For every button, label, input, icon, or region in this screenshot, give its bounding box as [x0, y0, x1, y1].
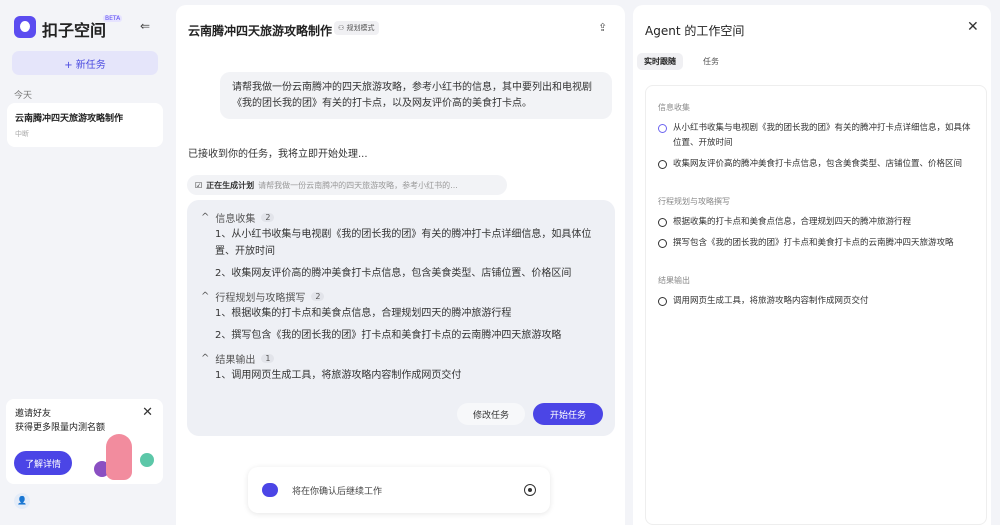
plan-status-preview: 请帮我做一份云南腾冲的四天旅游攻略，参考小红书的... — [258, 180, 458, 190]
plan-step: 1、根据收集的打卡点和美食点信息，合理规划四天的腾冲旅游行程 — [215, 308, 512, 319]
mascot-illustration — [106, 434, 132, 480]
mode-label: 规划模式 — [346, 24, 375, 32]
mode-badge: ⚇ 规划模式 — [334, 21, 379, 35]
beta-badge: BETA — [103, 15, 123, 22]
task-title: 云南腾冲四天旅游攻略制作 — [15, 114, 124, 124]
tab-tasks[interactable]: 任务 — [703, 56, 719, 67]
chat-input-box[interactable]: 将在你确认后继续工作 — [248, 467, 550, 513]
task-item: 撰写包含《我的团长我的团》打卡点和美食打卡点的云南腾冲四天旅游攻略 — [658, 236, 974, 251]
plan-section-toggle[interactable]: ^ 结果输出 1 — [201, 349, 601, 367]
section-today: 今天 — [14, 91, 33, 101]
modify-task-button[interactable]: 修改任务 — [457, 403, 525, 425]
task-item: 从小红书收集与电视剧《我的团长我的团》有关的腾冲打卡点详细信息，如具体位置、开放… — [658, 121, 974, 151]
plan-section-toggle[interactable]: ^ 行程规划与攻略撰写 2 — [201, 287, 601, 305]
chevron-up-icon: ^ — [201, 352, 210, 364]
plan-section-title: 行程规划与攻略撰写 — [215, 292, 306, 304]
task-list-item[interactable]: 云南腾冲四天旅游攻略制作 中断 — [7, 103, 163, 147]
plan-step: 2、撰写包含《我的团长我的团》打卡点和美食打卡点的云南腾冲四天旅游攻略 — [215, 330, 562, 341]
clock-icon — [658, 124, 667, 133]
plan-step: 1、从小红书收集与电视剧《我的团长我的团》有关的腾冲打卡点详细信息，如具体位置、… — [215, 229, 592, 257]
task-status: 中断 — [15, 130, 29, 138]
chevron-up-icon: ^ — [201, 211, 210, 223]
plan-section-title: 信息收集 — [215, 213, 256, 225]
tab-live-follow[interactable]: 实时跟随 — [637, 53, 683, 70]
invite-card: 邀请好友 获得更多限量内测名额 ✕ 了解详情 — [6, 399, 163, 484]
count-badge: 2 — [261, 212, 275, 222]
close-icon[interactable]: ✕ — [967, 19, 979, 35]
plan-status-label: 正在生成计划 — [206, 180, 255, 190]
brand-name: 扣子空间 — [42, 21, 107, 40]
section-title: 结果输出 — [658, 276, 690, 285]
share-icon[interactable]: ⇪ — [598, 21, 607, 34]
chevron-up-icon: ^ — [201, 290, 210, 302]
collapse-sidebar-icon[interactable]: ⇐ — [140, 19, 150, 33]
section-title: 行程规划与攻略撰写 — [658, 197, 730, 206]
task-item: 收集网友评价高的腾冲美食打卡点信息，包含美食类型、店铺位置、价格区间 — [658, 157, 974, 172]
task-progress-card: 信息收集 从小红书收集与电视剧《我的团长我的团》有关的腾冲打卡点详细信息，如具体… — [645, 85, 987, 525]
close-icon[interactable]: ✕ — [142, 405, 153, 420]
invite-title: 邀请好友 — [15, 409, 52, 419]
count-badge: 1 — [261, 353, 275, 363]
input-status-text: 将在你确认后继续工作 — [292, 486, 383, 497]
panel-title: Agent 的工作空间 — [645, 24, 745, 38]
count-badge: 2 — [311, 291, 325, 301]
user-avatar[interactable]: 👤 — [14, 493, 30, 509]
logo-icon — [14, 16, 36, 38]
sidebar: 扣子空间 BETA ⇐ + 新任务 今天 云南腾冲四天旅游攻略制作 中断 邀请好… — [0, 0, 172, 525]
agent-workspace-panel: Agent 的工作空间 ✕ 实时跟随 任务 信息收集 从小红书收集与电视剧《我的… — [633, 5, 991, 525]
assistant-message: 已接收到你的任务，我将立即开始处理... — [188, 149, 368, 160]
plan-section-toggle[interactable]: ^ 信息收集 2 — [201, 208, 601, 226]
stop-icon[interactable] — [524, 484, 536, 496]
chat-panel: 云南腾冲四天旅游攻略制作 ⚇ 规划模式 ⇪ 请帮我做一份云南腾冲的四天旅游攻略，… — [176, 5, 625, 525]
task-item: 调用网页生成工具，将旅游攻略内容制作成网页交付 — [658, 294, 974, 309]
plan-card: ^ 信息收集 2 1、从小红书收集与电视剧《我的团长我的团》有关的腾冲打卡点详细信息… — [187, 200, 615, 436]
clock-icon — [658, 239, 667, 248]
invite-subtitle: 获得更多限量内测名额 — [15, 423, 106, 433]
learn-more-button[interactable]: 了解详情 — [14, 451, 72, 475]
mascot-illustration — [140, 453, 154, 467]
plan-section-title: 结果输出 — [215, 354, 256, 366]
page-title: 云南腾冲四天旅游攻略制作 — [188, 24, 333, 38]
plan-status-chip[interactable]: ☑ 正在生成计划 请帮我做一份云南腾冲的四天旅游攻略，参考小红书的... — [187, 175, 507, 195]
plan-step: 1、调用网页生成工具，将旅游攻略内容制作成网页交付 — [215, 370, 462, 381]
user-message: 请帮我做一份云南腾冲的四天旅游攻略，参考小红书的信息，其中要列出和电视剧《我的团… — [220, 72, 612, 119]
task-item: 根据收集的打卡点和美食点信息，合理规划四天的腾冲旅游行程 — [658, 215, 974, 230]
clock-icon — [658, 297, 667, 306]
start-task-button[interactable]: 开始任务 — [533, 403, 603, 425]
clock-icon — [658, 218, 667, 227]
new-task-button[interactable]: + 新任务 — [12, 51, 158, 75]
clock-icon — [658, 160, 667, 169]
bot-avatar-icon — [262, 483, 278, 497]
checklist-icon: ☑ — [195, 180, 203, 190]
section-title: 信息收集 — [658, 103, 690, 112]
plan-step: 2、收集网友评价高的腾冲美食打卡点信息，包含美食类型、店铺位置、价格区间 — [215, 268, 572, 279]
